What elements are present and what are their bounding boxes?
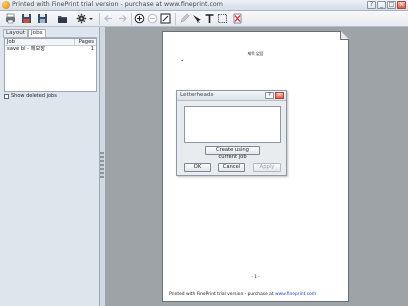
tab-jobs[interactable]: Jobs: [28, 29, 46, 37]
zoom-in-icon[interactable]: [134, 13, 145, 24]
title-bar: Printed with FinePrint trial version - p…: [0, 0, 408, 11]
create-using-current-job-button[interactable]: Create using current job: [205, 146, 260, 160]
help-button[interactable]: ?: [367, 1, 376, 9]
dialog-close-button[interactable]: ×: [275, 92, 284, 99]
folder-icon[interactable]: [57, 13, 68, 24]
print-icon[interactable]: [5, 13, 16, 24]
ok-button[interactable]: OK: [184, 163, 211, 172]
page-footer: Printed with FinePrint trial version - p…: [169, 292, 316, 297]
left-panel: Layout Jobs Job Pages save bl - 메모장 1 Sh…: [0, 27, 100, 306]
letterheads-dialog: Letterheads ? × Create using current job…: [176, 90, 287, 176]
minimize-button[interactable]: _: [377, 1, 386, 9]
tab-layout[interactable]: Layout: [3, 29, 29, 37]
jobs-list[interactable]: Job Pages save bl - 메모장 1: [4, 38, 97, 92]
dialog-help-button[interactable]: ?: [265, 92, 274, 99]
fineprint-app-icon: [2, 1, 10, 9]
pencil-icon[interactable]: [179, 13, 190, 24]
page-number: - 1 -: [251, 274, 260, 279]
forward-icon[interactable]: [117, 13, 128, 24]
footer-link[interactable]: www.fineprint.com: [275, 292, 316, 297]
apply-button[interactable]: Apply: [253, 163, 281, 172]
fit-page-icon[interactable]: [160, 13, 171, 24]
back-icon[interactable]: [103, 13, 114, 24]
delete-icon[interactable]: [232, 13, 243, 24]
letterheads-list[interactable]: [184, 106, 281, 143]
window-title: Printed with FinePrint trial version - p…: [12, 1, 223, 8]
column-pages[interactable]: Pages: [74, 39, 96, 45]
settings-icon[interactable]: [76, 13, 94, 24]
close-button[interactable]: ×: [397, 1, 406, 9]
cancel-button[interactable]: Cancel: [218, 163, 245, 172]
maximize-button[interactable]: □: [387, 1, 396, 9]
highlighter-icon[interactable]: k: [191, 13, 202, 24]
column-job[interactable]: Job: [5, 39, 74, 45]
job-row[interactable]: save bl - 메모장 1: [5, 46, 96, 53]
job-pages: 1: [90, 46, 94, 52]
show-deleted-option[interactable]: Show deleted jobs: [4, 93, 57, 99]
footer-text: Printed with FinePrint trial version - p…: [169, 292, 274, 297]
show-deleted-checkbox[interactable]: [4, 93, 9, 99]
floppy-icon[interactable]: [37, 13, 48, 24]
panel-splitter[interactable]: [100, 152, 104, 178]
jobs-header: Job Pages: [5, 39, 96, 46]
page-body-marker: •: [181, 58, 184, 63]
page-header-text: 제목 없음: [247, 51, 264, 56]
text-icon[interactable]: [204, 13, 215, 24]
select-icon[interactable]: [217, 13, 228, 24]
zoom-out-icon[interactable]: [147, 13, 158, 24]
page-fold-corner: [340, 31, 349, 40]
toolbar: k: [0, 11, 408, 27]
save-icon[interactable]: [21, 13, 32, 24]
svg-text:k: k: [197, 19, 200, 24]
show-deleted-label: Show deleted jobs: [11, 93, 57, 99]
job-name: save bl - 메모장: [7, 46, 46, 52]
